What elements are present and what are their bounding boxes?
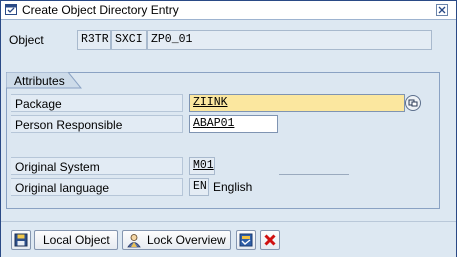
select-button[interactable] bbox=[236, 230, 256, 250]
original-language-text: English bbox=[213, 180, 253, 194]
object-label: Object bbox=[9, 33, 44, 47]
title-bar: Create Object Directory Entry bbox=[1, 1, 456, 20]
cancel-button[interactable] bbox=[260, 230, 280, 250]
local-object-button[interactable]: Local Object bbox=[34, 230, 118, 250]
person-icon bbox=[127, 234, 141, 248]
original-language-label: Original language bbox=[11, 178, 183, 196]
original-system-value: M01 bbox=[193, 159, 214, 172]
attributes-group: Attributes Package ZIINK Person Responsi… bbox=[6, 72, 440, 209]
object-pgmid-field: R3TR bbox=[77, 30, 111, 50]
value-help-icon[interactable] bbox=[405, 95, 421, 111]
object-name-container: ZP0_01 bbox=[147, 30, 432, 50]
cancel-icon bbox=[264, 234, 276, 246]
object-name-field: ZP0_01 bbox=[151, 33, 193, 46]
lock-overview-button[interactable]: Lock Overview bbox=[122, 230, 231, 250]
original-system-label: Original System bbox=[11, 157, 183, 175]
person-responsible-label: Person Responsible bbox=[11, 115, 183, 133]
local-object-label: Local Object bbox=[43, 233, 110, 247]
sap-window-icon bbox=[5, 4, 17, 15]
footer-toolbar: Local Object Lock Overview bbox=[1, 221, 456, 257]
person-responsible-value: ABAP01 bbox=[193, 117, 235, 130]
object-row: Object R3TR SXCI ZP0_01 bbox=[5, 30, 432, 50]
close-icon[interactable] bbox=[436, 4, 448, 16]
attributes-group-title: Attributes bbox=[14, 74, 65, 88]
select-icon bbox=[239, 233, 253, 247]
original-system-extra-line bbox=[279, 174, 349, 175]
person-responsible-input[interactable]: ABAP01 bbox=[189, 115, 278, 133]
object-type-field: SXCI bbox=[111, 30, 147, 50]
dialog-window: Create Object Directory Entry Object R3T… bbox=[0, 0, 457, 257]
original-system-field: M01 bbox=[189, 157, 215, 175]
package-value: ZIINK bbox=[193, 96, 228, 109]
save-button[interactable] bbox=[11, 230, 31, 250]
save-icon bbox=[14, 233, 28, 247]
package-label: Package bbox=[11, 94, 183, 112]
original-language-code: EN bbox=[189, 178, 209, 196]
package-input[interactable]: ZIINK bbox=[189, 94, 405, 112]
lock-overview-label: Lock Overview bbox=[147, 233, 226, 247]
dialog-title: Create Object Directory Entry bbox=[22, 3, 179, 17]
